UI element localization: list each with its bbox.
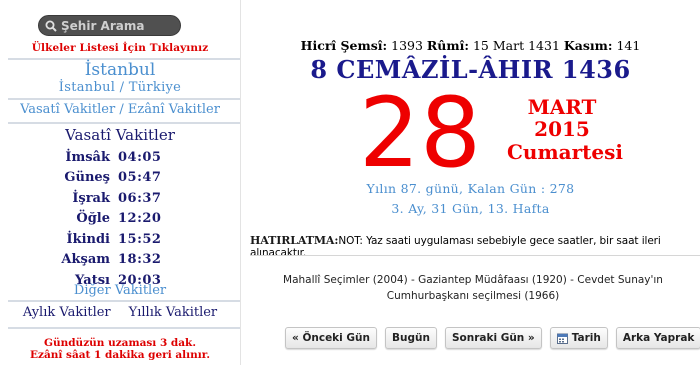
day-of-year: Yılın 87. günü, Kalan Gün : 278 <box>366 181 575 196</box>
alt-calendars-line: Hicrî Şemsî: 1393 Rûmî: 15 Mart 1431 Kas… <box>241 38 700 53</box>
day-number: 28 <box>358 77 482 189</box>
time-row: İkindi 15:52 <box>50 229 200 250</box>
calendar-links: Aylık Vakitler Yıllık Vakitler <box>0 305 240 320</box>
time-row: Öğle 12:20 <box>50 209 200 230</box>
prayer-times-title: Vasatî Vakitler <box>65 126 175 144</box>
time-label: İmsâk <box>65 149 110 165</box>
today-button[interactable]: Bugün <box>385 327 437 349</box>
today-label: Bugün <box>392 332 430 344</box>
ezani-times-link[interactable]: Ezânî Vakitler <box>128 102 220 117</box>
rumi-value: 15 Mart 1431 <box>472 38 560 53</box>
date-picker-label: Tarih <box>571 332 601 344</box>
time-row: İmsâk 04:05 <box>50 147 200 168</box>
toggle-separator: / <box>119 102 124 117</box>
month-block: MART 2015 Cumartesi <box>507 95 623 164</box>
divider <box>8 300 240 302</box>
week-info: 3. Ay, 31 Gün, 13. Hafta <box>391 201 550 216</box>
city-name[interactable]: İstanbul <box>0 60 240 80</box>
year: 2015 <box>534 117 590 141</box>
other-times-link[interactable]: Diğer Vakitler <box>0 283 240 298</box>
yearly-times-link[interactable]: Yıllık Vakitler <box>129 305 218 320</box>
time-row: Güneş 05:47 <box>50 168 200 189</box>
kasim-label: Kasım: <box>563 38 613 53</box>
city-search-box[interactable] <box>38 15 181 36</box>
time-label: Güneş <box>64 170 110 186</box>
month-name: MART <box>527 95 597 119</box>
divider <box>250 255 700 256</box>
back-page-label: Arka Yaprak <box>622 332 695 344</box>
previous-day-button[interactable]: « Önceki Gün <box>285 327 377 349</box>
time-label: Öğle <box>76 211 110 227</box>
prayer-times-table: İmsâk 04:05 Güneş 05:47 İşrak 06:37 Öğle… <box>50 147 200 291</box>
back-page-button[interactable]: Arka Yaprak <box>615 327 700 349</box>
day-length-note: Gündüzün uzaması 3 dak. Ezânî sâat 1 dak… <box>0 337 240 361</box>
reminder-label: HATIRLATMA: <box>250 234 339 247</box>
country-list-link[interactable]: Ülkeler Listesi İçin Tıklayınız <box>0 42 240 54</box>
time-label: İkindi <box>66 231 110 247</box>
next-day-label: Sonraki Gün » <box>451 332 535 344</box>
time-type-toggle: Vasatî Vakitler / Ezânî Vakitler <box>0 102 240 117</box>
hijri-shamsi-value: 1393 <box>391 38 423 53</box>
next-day-button[interactable]: Sonraki Gün » <box>444 327 542 349</box>
time-value: 15:52 <box>118 231 162 247</box>
sidebar: Ülkeler Listesi İçin Tıklayınız İstanbul… <box>0 0 240 365</box>
time-value: 18:32 <box>118 252 162 268</box>
kasim-value: 141 <box>616 38 641 53</box>
time-value: 04:05 <box>118 149 162 165</box>
search-icon <box>45 20 57 32</box>
day-note-line2: Ezânî sâat 1 dakika geri alınır. <box>29 349 210 361</box>
time-value: 05:47 <box>118 170 162 186</box>
time-value: 12:20 <box>118 211 162 227</box>
time-label: Akşam <box>61 252 110 268</box>
vasati-times-link[interactable]: Vasatî Vakitler <box>20 102 115 117</box>
divider <box>8 122 240 124</box>
hijri-shamsi-label: Hicrî Şemsî: <box>300 38 388 53</box>
rumi-label: Rûmî: <box>426 38 469 53</box>
divider <box>8 327 240 329</box>
city-country: İstanbul / Türkiye <box>58 80 182 95</box>
city-search-input[interactable] <box>61 18 176 33</box>
time-row: Akşam 18:32 <box>50 250 200 271</box>
divider <box>8 98 240 100</box>
historical-events: Mahallî Seçimler (2004) - Gaziantep Müdâ… <box>283 274 663 302</box>
date-picker-button[interactable]: Tarih <box>549 327 608 349</box>
calendar-icon <box>556 333 568 344</box>
previous-day-label: « Önceki Gün <box>292 332 370 344</box>
time-label: İşrak <box>72 190 110 206</box>
calendar-page: Hicrî Şemsî: 1393 Rûmî: 15 Mart 1431 Kas… <box>241 0 700 365</box>
navigation-buttons: « Önceki Gün Bugün Sonraki Gün » Tarih A… <box>285 327 700 349</box>
time-value: 06:37 <box>118 190 162 206</box>
monthly-times-link[interactable]: Aylık Vakitler <box>23 305 111 320</box>
weekday: Cumartesi <box>507 140 623 164</box>
day-note-line1: Gündüzün uzaması 3 dak. <box>43 337 196 349</box>
time-row: İşrak 06:37 <box>50 188 200 209</box>
